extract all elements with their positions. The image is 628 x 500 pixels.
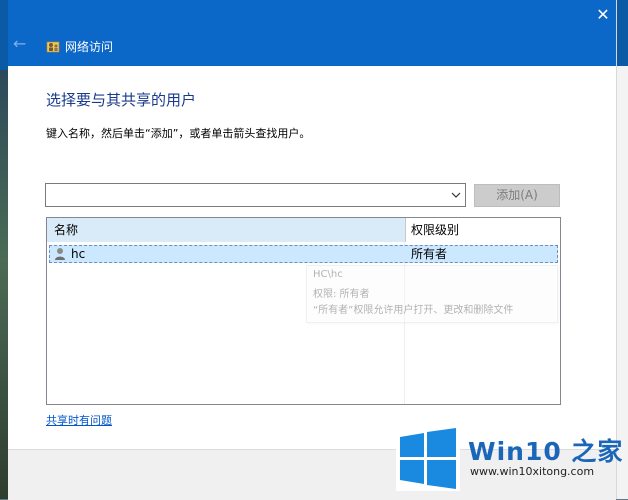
sharing-help-link[interactable]: 共享时有问题 — [46, 412, 112, 428]
tooltip-line: “所有者”权限允许用户打开、更改和删除文件 — [313, 305, 514, 316]
network-sharing-icon — [46, 41, 60, 53]
instruction-text: 键入名称，然后单击“添加”，或者单击箭头查找用户。 — [46, 127, 311, 140]
add-button[interactable]: 添加(A) — [474, 184, 560, 207]
column-header-permission[interactable]: 权限级别 — [406, 218, 560, 242]
background-window-titlebar — [617, 0, 628, 66]
watermark-brand: Win10 之家 — [468, 437, 624, 466]
desktop-background-left — [0, 0, 8, 499]
row-permission-level[interactable]: 所有者 — [411, 247, 447, 261]
network-access-dialog: ✕ ← 网络访问 选择要与其共享的用户 键入名称，然后单击“添加”，或者单击箭头… — [8, 0, 616, 500]
close-icon[interactable]: ✕ — [592, 4, 614, 26]
column-header-name[interactable]: 名称 — [47, 218, 406, 242]
list-header: 名称 权限级别 — [47, 218, 560, 242]
user-name-combobox[interactable] — [45, 183, 466, 207]
window-title: 网络访问 — [65, 40, 114, 54]
page-heading: 选择要与其共享的用户 — [46, 91, 197, 109]
back-arrow-icon[interactable]: ← — [13, 36, 29, 52]
watermark-url: www.win10xitong.com — [470, 465, 595, 478]
table-row[interactable]: hc 所有者 — [49, 245, 558, 263]
row-user-name: hc — [71, 247, 86, 261]
user-icon — [55, 248, 65, 260]
tooltip-line: 权限: 所有者 — [313, 289, 370, 300]
tooltip-line: HC\hc — [313, 269, 343, 280]
title-bar: ✕ ← 网络访问 — [8, 0, 616, 66]
background-window-right — [616, 0, 628, 499]
windows-logo-icon — [396, 427, 460, 491]
user-tooltip: HC\hc 权限: 所有者 “所有者”权限允许用户打开、更改和删除文件 — [306, 265, 558, 323]
dropdown-arrow-icon[interactable] — [450, 189, 462, 201]
